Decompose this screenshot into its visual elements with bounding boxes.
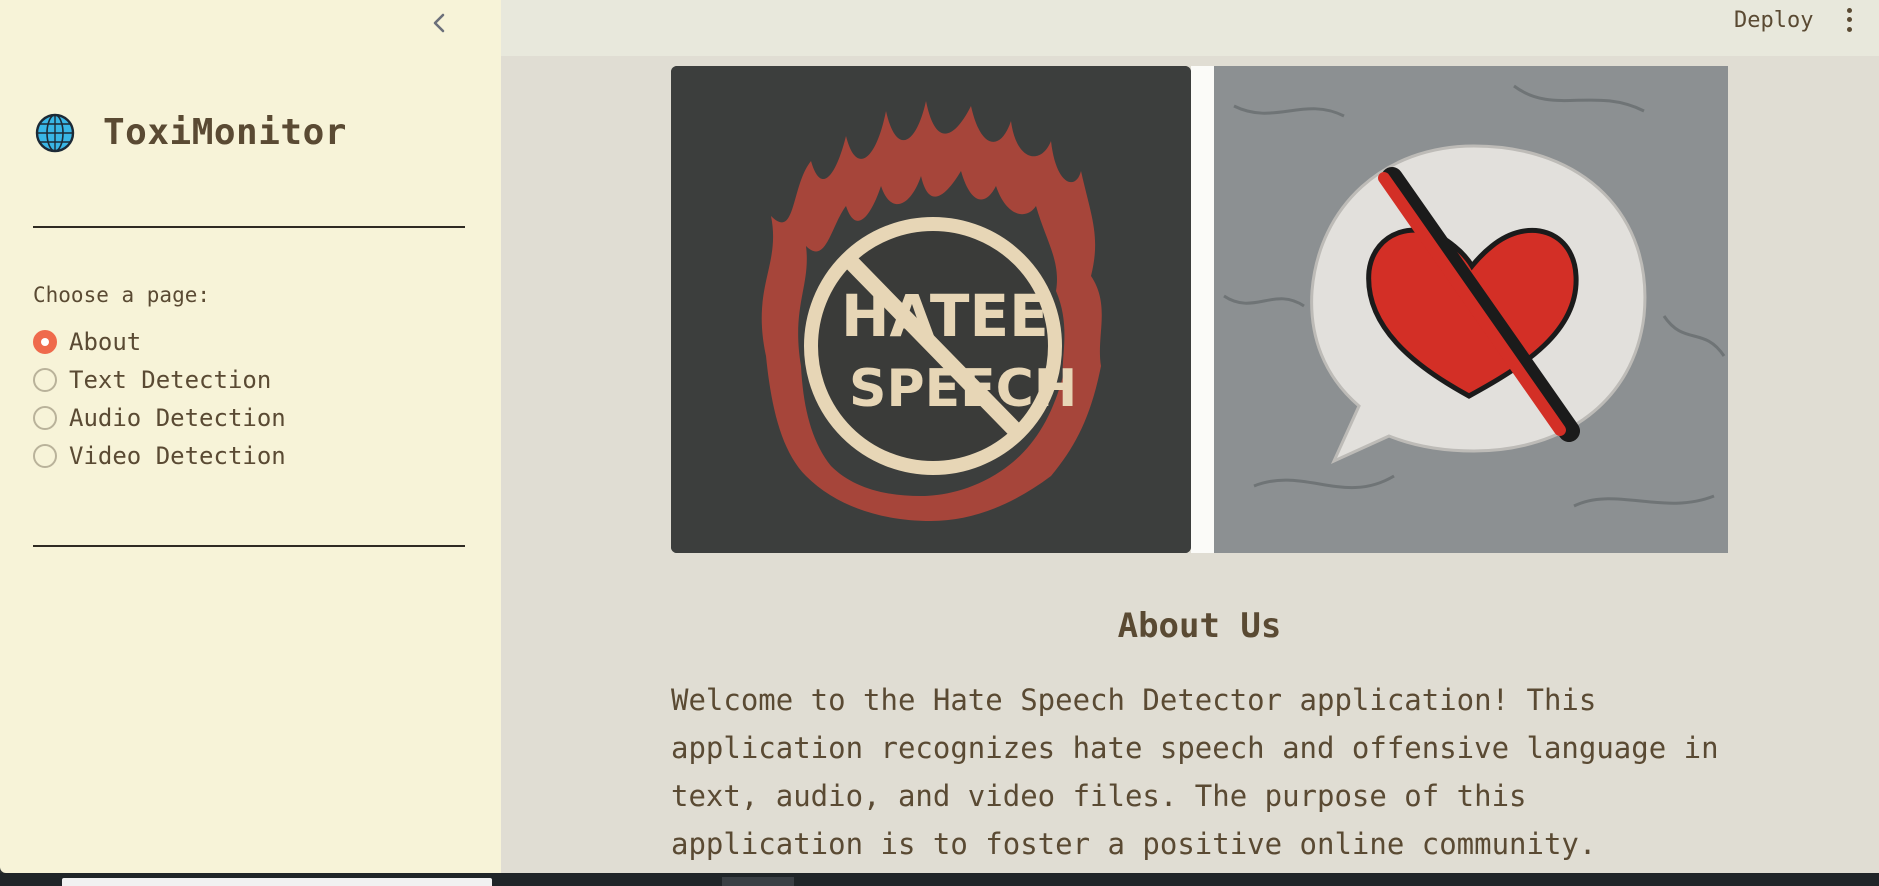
top-header: Deploy <box>501 0 1879 56</box>
app-title: ToxiMonitor <box>103 112 347 153</box>
about-description: Welcome to the Hate Speech Detector appl… <box>671 683 1719 861</box>
app-brand: ToxiMonitor <box>35 112 347 153</box>
banned-sign-illustration: HATEE SPEECH <box>671 66 1191 553</box>
image-gap <box>1191 66 1215 553</box>
heart-bubble-illustration <box>1214 66 1728 553</box>
radio-button[interactable] <box>33 406 57 430</box>
radio-button[interactable] <box>33 444 57 468</box>
page-chooser-label: Choose a page: <box>33 283 211 307</box>
radio-button[interactable] <box>33 330 57 354</box>
taskbar-window-tab[interactable] <box>62 878 492 886</box>
page-radio-group: About Text Detection Audio Detection Vid… <box>33 323 286 475</box>
radio-label: Text Detection <box>69 366 272 394</box>
collapse-sidebar-button[interactable] <box>426 10 452 36</box>
globe-icon <box>35 113 75 152</box>
radio-label: Audio Detection <box>69 404 286 432</box>
radio-option-audio-detection[interactable]: Audio Detection <box>33 399 286 437</box>
heart-speech-bubble-image <box>1214 66 1728 553</box>
deploy-button[interactable]: Deploy <box>1730 6 1817 35</box>
radio-label: Video Detection <box>69 442 286 470</box>
taskbar-active-indicator[interactable] <box>722 877 794 886</box>
sidebar: ToxiMonitor Choose a page: About Text De… <box>0 0 501 873</box>
radio-option-about[interactable]: About <box>33 323 286 361</box>
sidebar-divider-top <box>33 226 465 228</box>
radio-option-video-detection[interactable]: Video Detection <box>33 437 286 475</box>
more-menu-icon[interactable] <box>1839 6 1859 34</box>
chevron-left-icon <box>433 13 445 33</box>
radio-option-text-detection[interactable]: Text Detection <box>33 361 286 399</box>
sidebar-divider-bottom <box>33 545 465 547</box>
radio-button[interactable] <box>33 368 57 392</box>
radio-label: About <box>69 328 142 356</box>
hate-speech-banned-image: HATEE SPEECH <box>671 66 1191 553</box>
about-heading: About Us <box>1117 606 1282 646</box>
main-content: Deploy HATEE SPEECH About Us Welcome to … <box>501 0 1879 873</box>
